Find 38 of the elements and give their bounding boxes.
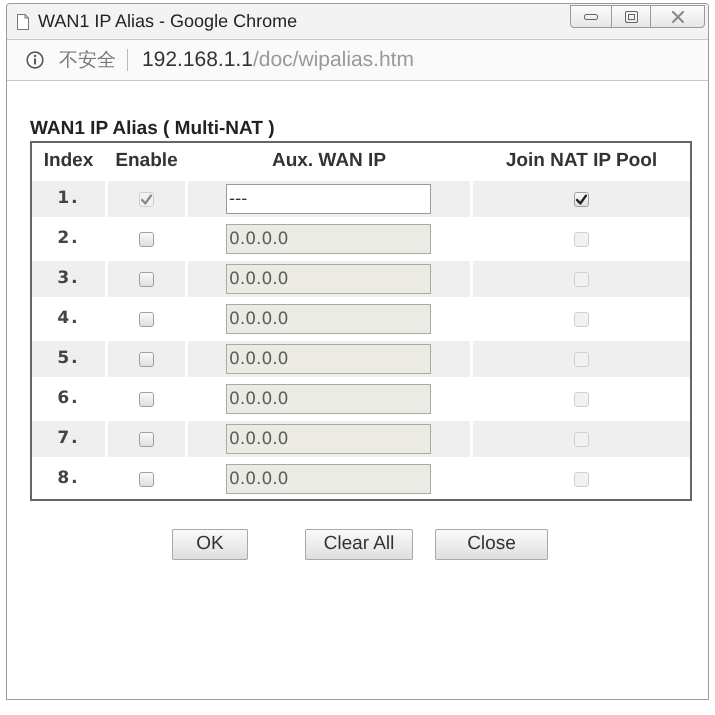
section-title: WAN1 IP Alias ( Multi-NAT ) [30, 118, 276, 139]
url-text[interactable]: 192.168.1.1/doc/wipalias.htm [142, 44, 414, 76]
checkmark-icon [576, 194, 587, 204]
checkmark-icon [141, 194, 152, 204]
row-index: 5. [57, 347, 80, 370]
row-index: 8. [57, 467, 80, 490]
minimize-icon [584, 14, 598, 20]
row-index: 3. [57, 267, 80, 290]
minimize-button[interactable] [570, 5, 612, 28]
column-header: Index [44, 148, 94, 173]
close-button[interactable] [650, 5, 705, 28]
info-icon[interactable] [26, 51, 44, 69]
dialog-button[interactable]: Clear All [305, 529, 413, 560]
checkbox[interactable] [139, 472, 154, 486]
checkbox[interactable] [139, 312, 154, 326]
column-header: Join NAT IP Pool [506, 148, 658, 173]
checkbox[interactable] [139, 432, 154, 446]
page-icon [17, 14, 29, 30]
checkbox[interactable] [139, 272, 154, 286]
dialog-button[interactable]: Close [435, 529, 548, 560]
row-index: 7. [57, 427, 80, 450]
window-title: WAN1 IP Alias - Google Chrome [38, 10, 298, 33]
row-index: 6. [57, 387, 80, 410]
maximize-button[interactable] [612, 5, 650, 28]
row-index: 1. [57, 187, 80, 210]
row-index: 4. [57, 307, 80, 330]
column-header: Enable [115, 148, 178, 173]
checkbox[interactable] [139, 232, 154, 246]
checkbox[interactable] [574, 192, 589, 206]
maximize-icon [624, 10, 638, 22]
close-icon [672, 10, 684, 22]
column-header: Aux. WAN IP [272, 148, 386, 173]
ip-address-field[interactable]: --- [226, 184, 431, 214]
row-index: 2. [57, 227, 80, 250]
checkbox[interactable] [139, 352, 154, 366]
dialog-button[interactable]: OK [172, 529, 248, 560]
security-label: 不安全 [59, 48, 116, 73]
checkbox[interactable] [139, 392, 154, 406]
